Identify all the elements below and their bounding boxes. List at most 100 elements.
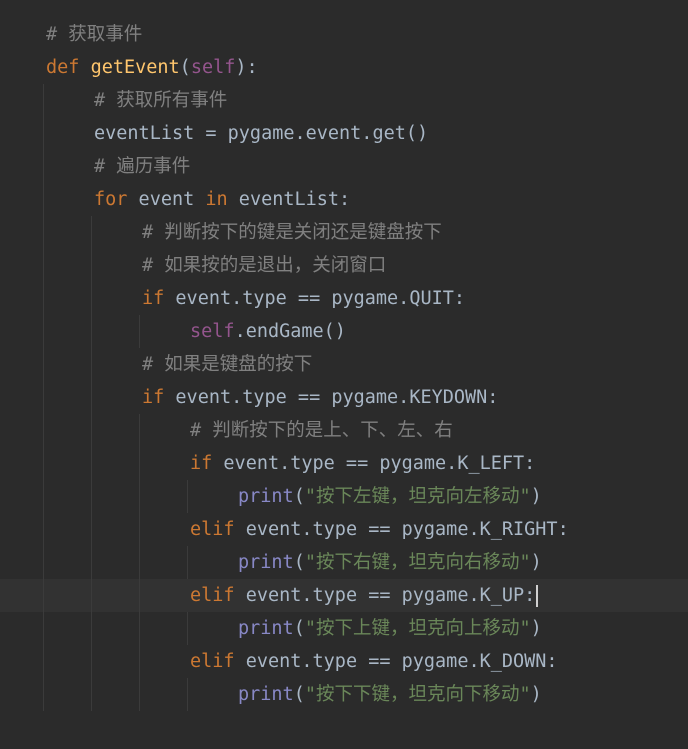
code-line[interactable]: # 获取所有事件 — [0, 84, 688, 117]
token-comment: # 获取事件 — [46, 24, 143, 45]
token-builtin: print — [238, 486, 294, 507]
code-line-content: print("按下上键，坦克向上移动") — [238, 612, 542, 645]
code-line-content: if event.type == pygame.K_LEFT: — [190, 447, 535, 480]
code-line[interactable]: # 判断按下的键是关闭还是键盘按下 — [0, 216, 688, 249]
token-default: ) — [530, 618, 542, 639]
token-string: "按下上键，坦克向上移动" — [304, 618, 531, 639]
code-editor[interactable]: # 获取事件 def getEvent(self): # 获取所有事件 eventLi… — [0, 0, 688, 749]
code-line-content: elif event.type == pygame.K_UP: — [190, 579, 539, 612]
token-default: ): — [235, 57, 258, 78]
code-line-content: # 遍历事件 — [94, 150, 190, 183]
code-line-content: elif event.type == pygame.K_RIGHT: — [190, 513, 569, 546]
indent-guide — [139, 315, 140, 348]
code-line[interactable]: self.endGame() — [0, 315, 688, 348]
token-default: ) — [530, 486, 542, 507]
token-default: .endGame() — [234, 321, 346, 342]
token-default: eventList = pygame.event.get() — [94, 123, 429, 144]
token-keyword: if — [142, 387, 165, 408]
indent-guide — [91, 216, 92, 711]
token-default: ( — [293, 552, 305, 573]
token-self: self — [190, 57, 236, 78]
token-string: "按下左键，坦克向左移动" — [304, 486, 531, 507]
text-cursor — [536, 585, 539, 607]
token-self: self — [190, 321, 235, 342]
code-line-content: print("按下右键，坦克向右移动") — [238, 546, 542, 579]
token-default: ( — [293, 684, 305, 705]
indent-guide — [187, 546, 188, 579]
token-default — [79, 57, 90, 78]
code-line-content: if event.type == pygame.QUIT: — [142, 282, 465, 315]
code-line[interactable]: elif event.type == pygame.K_DOWN: — [0, 645, 688, 678]
token-keyword: in — [205, 189, 228, 210]
code-line[interactable]: def getEvent(self): — [0, 51, 688, 84]
code-line[interactable]: if event.type == pygame.KEYDOWN: — [0, 381, 688, 414]
token-default: event.type == pygame.KEYDOWN: — [164, 387, 499, 408]
code-line[interactable]: eventList = pygame.event.get() — [0, 117, 688, 150]
token-default: event.type == pygame.QUIT: — [164, 288, 466, 309]
token-keyword: elif — [190, 519, 235, 540]
token-keyword: def — [46, 57, 80, 78]
token-default: event.type == pygame.K_UP: — [234, 585, 536, 606]
code-line-content: # 判断按下的键是关闭还是键盘按下 — [142, 216, 442, 249]
code-line-content: print("按下左键，坦克向左移动") — [238, 480, 542, 513]
token-default: event — [127, 189, 206, 210]
code-line-content: def getEvent(self): — [46, 51, 258, 84]
token-string: "按下下键，坦克向下移动" — [304, 684, 531, 705]
token-default: event.type == pygame.K_RIGHT: — [234, 519, 569, 540]
code-line-content: # 如果是键盘的按下 — [142, 348, 312, 381]
token-default: ( — [179, 57, 191, 78]
token-keyword: elif — [190, 585, 235, 606]
code-line-content: for event in eventList: — [94, 183, 350, 216]
code-line[interactable]: # 遍历事件 — [0, 150, 688, 183]
token-default: ) — [530, 684, 542, 705]
code-line[interactable]: # 获取事件 — [0, 18, 688, 51]
code-line[interactable]: print("按下下键，坦克向下移动") — [0, 678, 688, 711]
token-default: ( — [293, 486, 305, 507]
token-builtin: print — [238, 684, 294, 705]
indent-guide — [187, 480, 188, 513]
token-comment: # 判断按下的键是关闭还是键盘按下 — [142, 222, 442, 243]
code-line[interactable]: if event.type == pygame.K_LEFT: — [0, 447, 688, 480]
token-keyword: for — [94, 189, 128, 210]
token-comment: # 遍历事件 — [94, 156, 191, 177]
token-default: event.type == pygame.K_LEFT: — [212, 453, 536, 474]
indent-guide — [139, 414, 140, 711]
indent-guide — [187, 678, 188, 711]
code-line[interactable]: # 如果是键盘的按下 — [0, 348, 688, 381]
code-line-content: # 获取事件 — [46, 18, 142, 51]
code-line[interactable]: print("按下右键，坦克向右移动") — [0, 546, 688, 579]
token-comment: # 获取所有事件 — [94, 90, 228, 111]
token-comment: # 如果是键盘的按下 — [142, 354, 313, 375]
code-line-content: print("按下下键，坦克向下移动") — [238, 678, 542, 711]
code-line[interactable]: # 判断按下的是上、下、左、右 — [0, 414, 688, 447]
indent-guide — [187, 612, 188, 645]
indent-guide — [43, 84, 44, 711]
code-line-content: self.endGame() — [190, 315, 346, 348]
code-line-content: if event.type == pygame.KEYDOWN: — [142, 381, 498, 414]
code-line[interactable]: if event.type == pygame.QUIT: — [0, 282, 688, 315]
code-line[interactable]: elif event.type == pygame.K_UP: — [0, 579, 688, 612]
token-default: event.type == pygame.K_DOWN: — [234, 651, 558, 672]
token-comment: # 如果按的是退出，关闭窗口 — [142, 255, 387, 276]
code-line[interactable]: # 如果按的是退出，关闭窗口 — [0, 249, 688, 282]
token-default: ) — [530, 552, 542, 573]
code-line[interactable]: print("按下上键，坦克向上移动") — [0, 612, 688, 645]
code-line[interactable]: elif event.type == pygame.K_RIGHT: — [0, 513, 688, 546]
code-line-content: # 如果按的是退出，关闭窗口 — [142, 249, 386, 282]
code-line-content: eventList = pygame.event.get() — [94, 117, 428, 150]
code-line-content: # 判断按下的是上、下、左、右 — [190, 414, 453, 447]
token-default: eventList: — [227, 189, 351, 210]
code-line-content: elif event.type == pygame.K_DOWN: — [190, 645, 558, 678]
code-line[interactable]: print("按下左键，坦克向左移动") — [0, 480, 688, 513]
token-keyword: if — [190, 453, 213, 474]
token-function: getEvent — [90, 57, 180, 78]
token-builtin: print — [238, 552, 294, 573]
token-keyword: if — [142, 288, 165, 309]
token-string: "按下右键，坦克向右移动" — [304, 552, 531, 573]
token-keyword: elif — [190, 651, 235, 672]
code-line[interactable]: for event in eventList: — [0, 183, 688, 216]
code-line-content: # 获取所有事件 — [94, 84, 227, 117]
token-builtin: print — [238, 618, 294, 639]
token-comment: # 判断按下的是上、下、左、右 — [190, 420, 453, 441]
token-default: ( — [293, 618, 305, 639]
